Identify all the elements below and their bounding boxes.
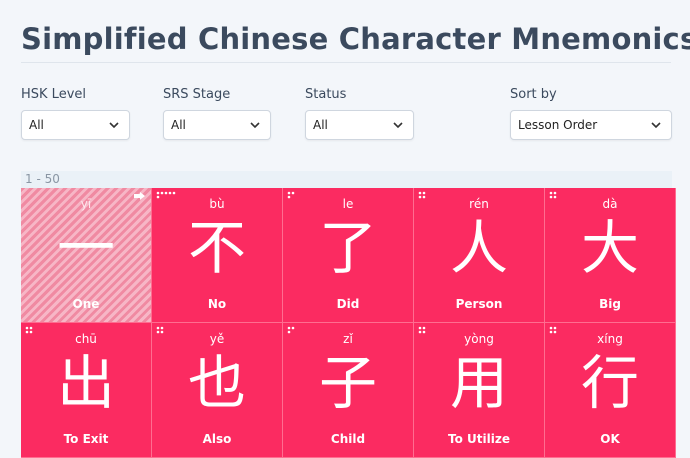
srs-stage-select[interactable]: All xyxy=(163,110,271,140)
hanzi-character: 行 xyxy=(580,349,639,417)
chevron-down-icon xyxy=(393,122,403,129)
pinyin-label: bù xyxy=(209,197,225,211)
range-label: 1 - 50 xyxy=(25,172,60,186)
filter-sort-by: Sort by Lesson Order xyxy=(510,86,672,140)
chevron-down-icon xyxy=(109,122,119,129)
pinyin-label: dà xyxy=(602,197,618,211)
hanzi-character: 了 xyxy=(318,214,377,282)
pinyin-label: rén xyxy=(469,197,489,211)
character-card[interactable]: rén 人 Person xyxy=(414,188,545,323)
meaning-label: No xyxy=(207,297,227,311)
meaning-label: To Utilize xyxy=(448,432,510,446)
pinyin-label: le xyxy=(342,197,354,211)
pinyin-label: xíng xyxy=(597,332,623,346)
chevron-down-icon xyxy=(250,122,260,129)
meaning-label: Did xyxy=(336,297,360,311)
select-value: All xyxy=(313,118,328,132)
character-card[interactable]: le 了 Did xyxy=(283,188,414,323)
character-card[interactable]: xíng 行 OK xyxy=(545,323,676,458)
character-card[interactable]: yòng 用 To Utilize xyxy=(414,323,545,458)
filter-status: Status All xyxy=(305,86,414,140)
hanzi-character: 一 xyxy=(56,214,115,282)
hsk-level-select[interactable]: All xyxy=(21,110,130,140)
character-card[interactable]: dà 大 Big xyxy=(545,188,676,323)
meaning-label: Also xyxy=(202,432,232,446)
filter-srs-stage: SRS Stage All xyxy=(163,86,271,140)
hanzi-character: 出 xyxy=(56,349,115,417)
page-title: Simplified Chinese Character Mnemonics xyxy=(21,22,690,56)
select-value: All xyxy=(29,118,44,132)
pinyin-label: zǐ xyxy=(343,332,353,346)
character-grid: yī 一 One bù 不 No le 了 Did rén 人 Person dà 大 Big chū 出 To … xyxy=(21,188,676,458)
chevron-down-icon xyxy=(651,122,661,129)
select-value: All xyxy=(171,118,186,132)
character-card[interactable]: zǐ 子 Child xyxy=(283,323,414,458)
character-card[interactable]: yě 也 Also xyxy=(152,323,283,458)
hanzi-character: 人 xyxy=(449,214,508,282)
meaning-label: Child xyxy=(330,432,366,446)
filter-label: Sort by xyxy=(510,87,557,102)
hanzi-character: 用 xyxy=(449,349,508,417)
pinyin-label: yòng xyxy=(464,332,494,346)
hanzi-character: 也 xyxy=(187,349,246,417)
pinyin-label: yī xyxy=(80,197,92,211)
pinyin-label: yě xyxy=(209,332,225,346)
meaning-label: To Exit xyxy=(63,432,109,446)
pinyin-label: chū xyxy=(75,332,97,346)
filter-label: Status xyxy=(305,87,347,102)
hanzi-character: 子 xyxy=(318,349,377,417)
meaning-label: Person xyxy=(455,297,503,311)
select-value: Lesson Order xyxy=(518,118,598,132)
character-card[interactable]: chū 出 To Exit xyxy=(21,323,152,458)
title-divider xyxy=(21,62,671,63)
filter-label: HSK Level xyxy=(21,87,86,102)
meaning-label: One xyxy=(72,297,100,311)
sort-by-select[interactable]: Lesson Order xyxy=(510,110,672,140)
hanzi-character: 不 xyxy=(187,214,246,282)
character-card[interactable]: bù 不 No xyxy=(152,188,283,323)
meaning-label: Big xyxy=(599,297,621,311)
meaning-label: OK xyxy=(600,432,620,446)
range-header: 1 - 50 xyxy=(21,171,672,188)
hanzi-character: 大 xyxy=(580,214,639,282)
filter-hsk-level: HSK Level All xyxy=(21,86,130,140)
character-card[interactable]: yī 一 One xyxy=(21,188,152,323)
filter-label: SRS Stage xyxy=(163,87,231,102)
status-select[interactable]: All xyxy=(305,110,414,140)
